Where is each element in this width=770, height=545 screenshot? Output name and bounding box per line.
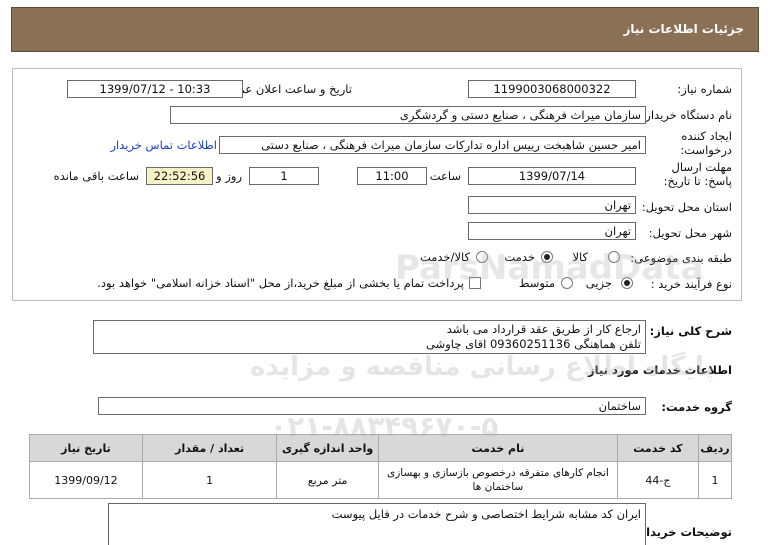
treasury-payment-note: پرداخت تمام یا بخشی از مبلغ خرید،از محل … [97, 276, 464, 290]
deadline-date-field[interactable]: 1399/07/14 [468, 167, 636, 185]
need-number-label: شماره نیاز: [677, 82, 732, 96]
page-title: جزئیات اطلاعات نیاز [623, 22, 744, 36]
process-radio-minor[interactable] [621, 277, 633, 289]
days-label: روز و [216, 169, 242, 183]
buyer-notes-label: توضیحات خریدار: [634, 525, 732, 539]
buyer-contact-link[interactable]: اطلاعات تماس خریدار [110, 138, 217, 152]
buyer-org-label: نام دستگاه خریدار: [641, 108, 732, 122]
cell-qty: 1 [141, 461, 278, 499]
buyer-notes-textbox[interactable]: ایران کد مشابه شرایط اختصاصی و شرح خدمات… [108, 503, 646, 545]
col-index: ردیف [697, 434, 733, 462]
deadline-time-field[interactable]: 11:00 [357, 167, 427, 185]
announce-field[interactable]: 1399/07/12 - 10:33 [67, 80, 243, 98]
process-radio-medium[interactable] [561, 277, 573, 289]
col-qty: تعداد / مقدار [141, 434, 278, 462]
buyer-org-field[interactable]: سازمان میراث فرهنگی ، صنایع دستی و گردشگ… [170, 106, 646, 124]
summary-textbox[interactable]: ارجاع کار از طریق عقد قرارداد می باشد تل… [93, 320, 646, 354]
remaining-time-label: ساعت باقی مانده [53, 169, 139, 183]
province-field[interactable]: تهران [468, 196, 636, 214]
service-group-label: گروه خدمت: [661, 400, 732, 414]
page-header: جزئیات اطلاعات نیاز [11, 7, 759, 52]
remaining-time-field: 22:52:56 [146, 167, 213, 185]
services-table: ردیف کد خدمت نام خدمت واحد اندازه گیری ت… [29, 434, 733, 499]
deadline-label: مهلت ارسال پاسخ: تا تاریخ: [663, 160, 732, 188]
category-option-goods-service: کالا/خدمت [419, 250, 470, 264]
services-table-header: ردیف کد خدمت نام خدمت واحد اندازه گیری ت… [29, 434, 733, 462]
category-radio-service[interactable] [541, 251, 553, 263]
city-field[interactable]: تهران [468, 222, 636, 240]
days-remaining-field[interactable]: 1 [249, 167, 319, 185]
summary-line-1: ارجاع کار از طریق عقد قرارداد می باشد [446, 322, 641, 336]
cell-unit: متر مربع [276, 461, 379, 499]
summary-label: شرح کلی نیاز: [649, 324, 732, 338]
cell-name: انجام کارهای متفرقه درخصوص بازسازی و بهس… [377, 461, 618, 499]
services-section-title: اطلاعات خدمات مورد نیاز [588, 363, 732, 377]
category-option-goods: کالا [572, 250, 588, 264]
process-option-medium: متوسط [518, 276, 555, 290]
creator-field[interactable]: امیر حسین شاهبخت رییس اداره تداركات سازم… [219, 136, 646, 154]
cell-index: 1 [697, 461, 733, 499]
col-unit: واحد اندازه گیری [276, 434, 379, 462]
category-label: طبقه بندی موضوعی: [630, 251, 732, 265]
cell-code: ج-44 [616, 461, 699, 499]
col-name: نام خدمت [377, 434, 618, 462]
treasury-payment-checkbox[interactable] [469, 277, 481, 289]
process-option-minor: جزیی [585, 276, 612, 290]
city-label: شهر محل تحویل: [648, 226, 732, 240]
category-radio-goods[interactable] [608, 251, 620, 263]
deadline-time-label: ساعت [429, 169, 461, 183]
service-group-field[interactable]: ساختمان [98, 397, 646, 415]
category-option-service: خدمت [504, 250, 535, 264]
creator-label: ایجاد کننده درخواست: [680, 129, 732, 157]
col-date: تاریخ نیاز [29, 434, 143, 462]
col-code: کد خدمت [616, 434, 699, 462]
process-type-label: نوع فرآیند خرید : [650, 277, 732, 291]
summary-line-2: تلفن هماهنگی 09360251136 اقای چاوشی [426, 337, 641, 351]
category-radio-goods-service[interactable] [476, 251, 488, 263]
province-label: استان محل تحویل: [641, 200, 732, 214]
need-number-field[interactable]: 1199003068000322 [468, 80, 636, 98]
cell-date: 1399/09/12 [29, 461, 143, 499]
table-row: 1 ج-44 انجام کارهای متفرقه درخصوص بازساز… [29, 461, 733, 499]
